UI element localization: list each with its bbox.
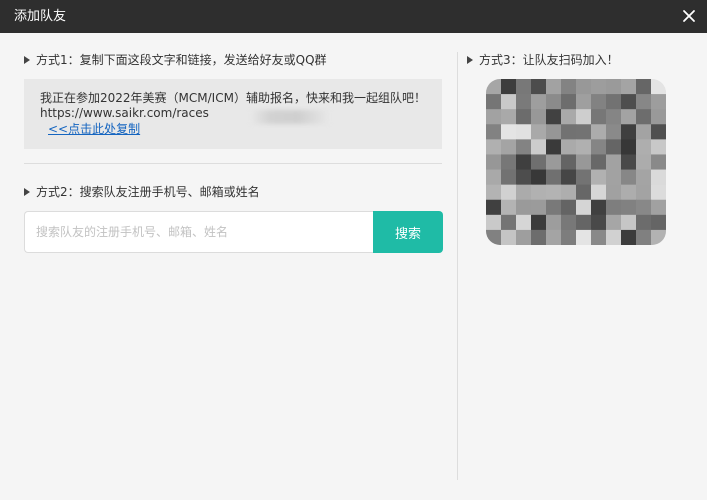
column-divider: [457, 52, 458, 480]
window-title: 添加队友: [14, 9, 67, 24]
method2-heading: 方式2：搜索队友注册手机号、邮箱或姓名: [24, 184, 260, 200]
method2-heading-text: 方式2：搜索队友注册手机号、邮箱或姓名: [36, 185, 260, 199]
title-bar: 添加队友: [0, 0, 707, 33]
section-divider: [24, 163, 442, 164]
caret-right-icon: [467, 56, 473, 64]
close-icon: [683, 10, 695, 22]
method3-heading: 方式3：让队友扫码加入！: [467, 52, 619, 68]
caret-right-icon: [24, 56, 30, 64]
method3-heading-text: 方式3：让队友扫码加入！: [479, 53, 619, 67]
qr-code: [486, 79, 666, 245]
redacted-link-mask: [250, 110, 330, 124]
share-text-box: 我正在参加2022年美赛（MCM/ICM）辅助报名，快来和我一起组队吧！http…: [24, 79, 442, 149]
qr-code-icon: [486, 79, 666, 245]
share-text: 我正在参加2022年美赛（MCM/ICM）辅助报名，快来和我一起组队吧！http…: [40, 91, 426, 120]
search-button[interactable]: 搜索: [373, 211, 443, 253]
close-button[interactable]: [679, 6, 699, 26]
method1-heading-text: 方式1：复制下面这段文字和链接，发送给好友或QQ群: [36, 53, 327, 67]
search-input[interactable]: [24, 211, 374, 253]
copy-link[interactable]: <<点击此处复制: [48, 122, 140, 137]
caret-right-icon: [24, 188, 30, 196]
method1-heading: 方式1：复制下面这段文字和链接，发送给好友或QQ群: [24, 52, 327, 68]
